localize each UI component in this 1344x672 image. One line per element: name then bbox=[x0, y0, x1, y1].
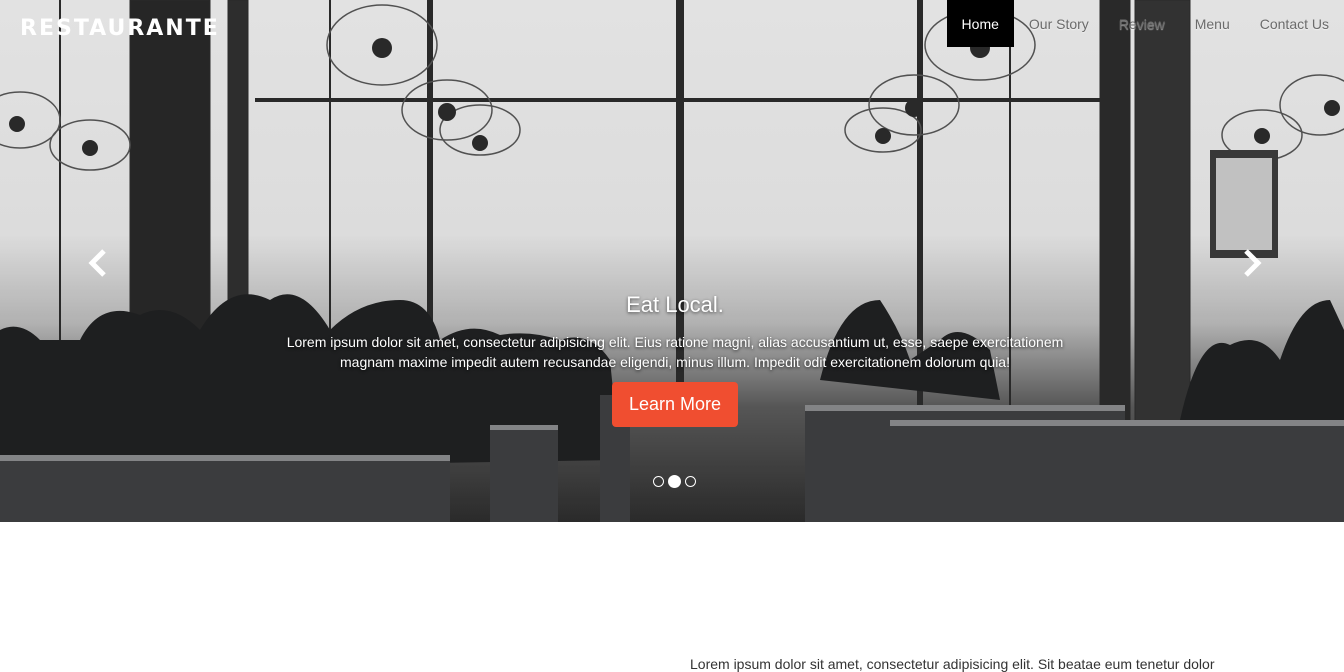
caption-text: Lorem ipsum dolor sit amet, consectetur … bbox=[260, 332, 1090, 372]
carousel-caption: Eat Local. Lorem ipsum dolor sit amet, c… bbox=[260, 292, 1090, 427]
nav-item-home[interactable]: Home bbox=[946, 0, 1014, 47]
carousel-indicator-3[interactable] bbox=[685, 476, 696, 487]
main-nav: Home Our Story Review Menu Contact Us bbox=[946, 0, 1344, 47]
site-logo[interactable]: RESTAURANTE bbox=[20, 16, 220, 41]
carousel-indicator-1[interactable] bbox=[653, 476, 664, 487]
caption-text-line: Lorem ipsum dolor sit amet, consectetur … bbox=[286, 334, 1064, 350]
caption-title: Eat Local. bbox=[626, 292, 724, 317]
chevron-left-icon bbox=[88, 249, 106, 277]
nav-item-our-story[interactable]: Our Story bbox=[1014, 0, 1104, 47]
chevron-right-icon bbox=[1244, 249, 1262, 277]
caption-text-line: magnam maxime impedit autem recusandae e… bbox=[340, 354, 1010, 370]
hero-carousel: RESTAURANTE Home Our Story Review Menu C… bbox=[0, 0, 1344, 522]
nav-item-contact-us[interactable]: Contact Us bbox=[1245, 0, 1344, 47]
carousel-indicators bbox=[653, 475, 696, 488]
nav-item-review[interactable]: Review bbox=[1104, 0, 1180, 47]
learn-more-button[interactable]: Learn More bbox=[611, 382, 739, 427]
intro-text: Lorem ipsum dolor sit amet, consectetur … bbox=[690, 656, 1215, 672]
nav-item-menu[interactable]: Menu bbox=[1180, 0, 1245, 47]
carousel-next-button[interactable] bbox=[1236, 243, 1266, 283]
carousel-prev-button[interactable] bbox=[84, 243, 114, 283]
carousel-indicator-2[interactable] bbox=[668, 475, 681, 488]
hero-background-image bbox=[0, 0, 1344, 522]
